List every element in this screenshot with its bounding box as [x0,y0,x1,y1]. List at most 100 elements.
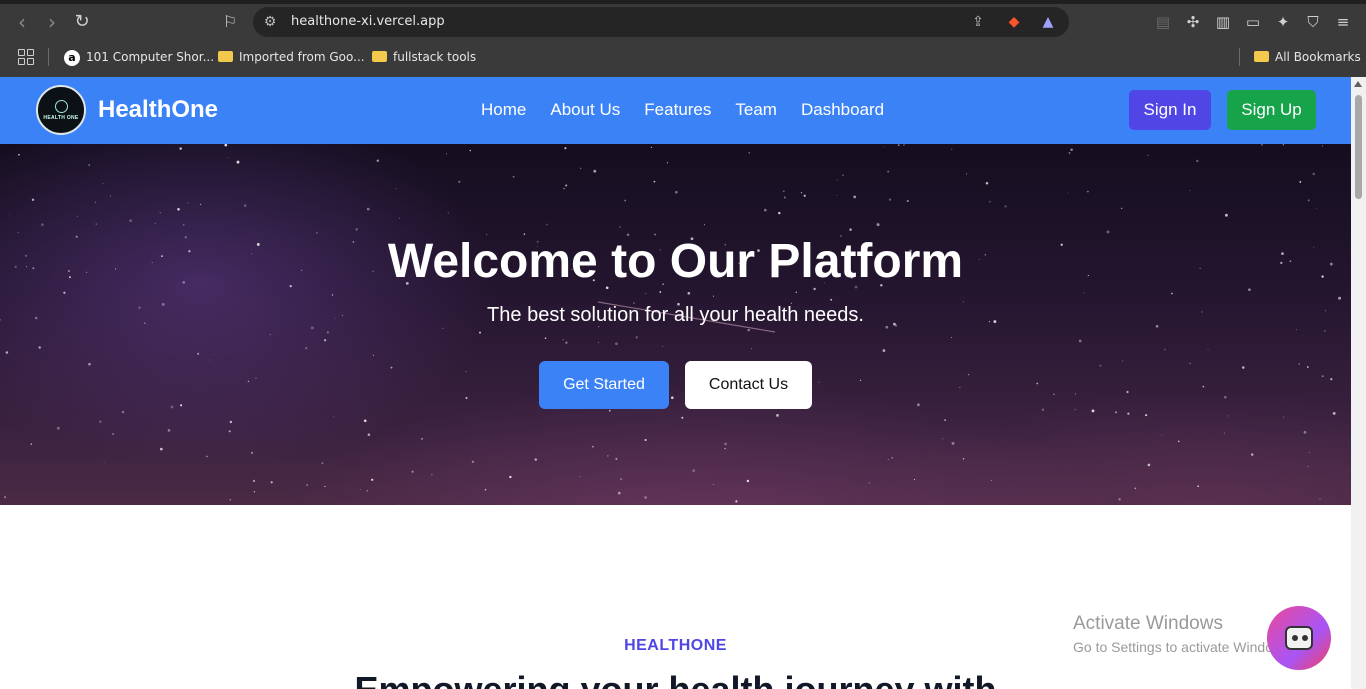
star [868,482,870,484]
star [177,208,180,211]
brand-name[interactable]: HealthOne [98,96,218,124]
vpn-shield-icon[interactable]: ⛉ [1303,12,1323,32]
star [1053,393,1055,395]
star [1164,348,1166,351]
star [903,144,905,146]
star [446,153,448,155]
logo-text: HEALTH ONE [43,115,79,121]
star [735,500,738,503]
nav-home-link[interactable]: Home [481,100,526,120]
star [252,479,256,483]
bookmark-page-icon[interactable]: ⚐ [218,10,242,34]
activate-windows-watermark: Activate Windows Go to Settings to activ… [1073,613,1294,655]
star [989,201,991,203]
star [1067,192,1069,194]
extensions-icon[interactable]: ✣ [1183,12,1203,32]
brave-shields-icon[interactable]: ◆ [1005,13,1023,31]
star [544,337,547,339]
nav-about-link[interactable]: About Us [550,100,620,120]
nav-dashboard-link[interactable]: Dashboard [801,100,884,120]
star [1041,408,1045,411]
leo-ai-icon[interactable]: ✦ [1273,12,1293,32]
star [179,147,182,150]
star [1171,292,1173,295]
star [442,327,444,329]
bookmark-folder[interactable]: fullstack tools [372,48,476,66]
bookmark-folder[interactable]: Imported from Goo... [218,48,365,66]
star [916,403,920,407]
url-text[interactable]: healthone-xi.vercel.app [291,14,445,29]
star [1189,190,1191,192]
star [748,151,750,154]
bookmark-item[interactable]: a 101 Computer Shor... [64,48,214,66]
site-info-icon[interactable]: ⚙ [261,13,279,31]
star [1261,144,1263,146]
star [681,416,684,419]
star [1316,207,1318,209]
star [154,222,156,225]
star [692,469,696,473]
menu-icon[interactable]: ≡ [1333,12,1353,32]
scroll-thumb[interactable] [1355,95,1362,199]
folder-icon [1254,51,1269,62]
chatbot-launcher-button[interactable] [1267,606,1331,670]
star [951,441,955,445]
contact-us-button[interactable]: Contact Us [685,361,812,409]
browser-chrome: ‹ › ↻ ⚐ ⚙ healthone-xi.vercel.app ⇪ ◆ ▲ … [0,0,1366,77]
star [484,488,487,491]
star [478,331,482,334]
nav-team-link[interactable]: Team [735,100,777,120]
star [803,194,806,197]
star [324,485,326,488]
star [1196,159,1199,163]
star [247,380,250,383]
wallet-icon[interactable]: ▭ [1243,12,1263,32]
back-icon[interactable]: ‹ [10,10,34,34]
star [859,379,862,382]
star [624,199,627,202]
star [763,208,767,212]
sidebar-icon[interactable]: ▥ [1213,12,1233,32]
address-bar[interactable]: ⚙ healthone-xi.vercel.app ⇪ ◆ ▲ [253,7,1069,37]
star [333,415,335,417]
star [598,341,600,343]
star [644,496,648,499]
star [795,291,798,294]
star [1283,416,1285,418]
brave-rewards-icon[interactable]: ▲ [1039,13,1057,31]
star [1250,453,1254,456]
star [546,223,548,226]
logo-mark-icon [55,100,68,113]
tab-search-icon[interactable]: ▤ [1153,12,1173,32]
star [1207,348,1209,350]
star [563,187,565,190]
watermark-title: Activate Windows [1073,613,1223,634]
all-bookmarks-folder[interactable]: All Bookmarks [1254,48,1361,66]
star [635,336,638,339]
star [1083,292,1085,294]
star [1147,463,1151,467]
star [962,301,965,303]
star [1242,366,1245,369]
star [751,348,753,350]
star [882,349,886,353]
nav-features-link[interactable]: Features [644,100,711,120]
brand-logo[interactable]: HEALTH ONE [36,85,86,135]
star [1126,390,1129,394]
scroll-up-icon[interactable] [1354,81,1362,87]
sign-in-button[interactable]: Sign In [1129,90,1211,130]
share-icon[interactable]: ⇪ [969,13,987,31]
forward-icon[interactable]: › [40,10,64,34]
get-started-button[interactable]: Get Started [539,361,669,409]
star [359,488,361,490]
star [9,213,11,215]
star [199,203,202,206]
robot-icon [1285,626,1313,650]
star [102,182,104,185]
star [565,341,568,344]
star [395,188,397,190]
star [883,146,885,148]
reload-icon[interactable]: ↻ [70,10,94,34]
sign-up-button[interactable]: Sign Up [1227,90,1316,130]
page-scrollbar[interactable] [1351,77,1366,689]
